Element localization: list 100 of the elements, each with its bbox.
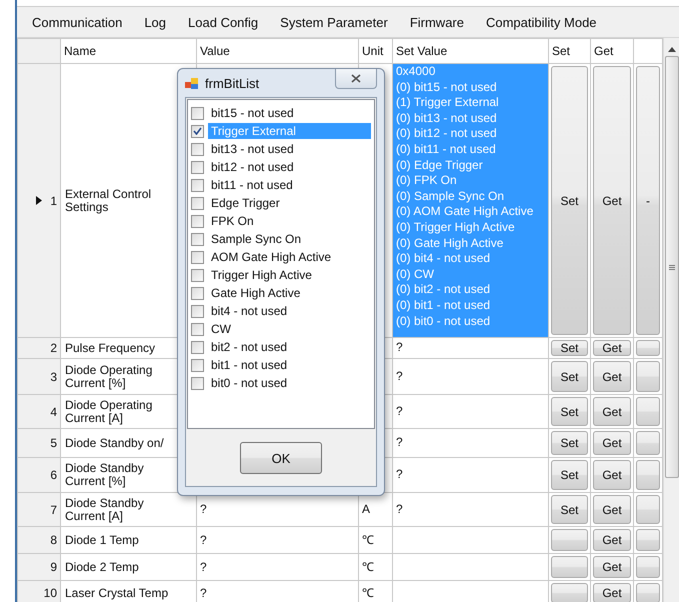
set-value-cell[interactable]: ?: [392, 358, 548, 394]
blank-button[interactable]: [551, 556, 588, 578]
blank-button[interactable]: [636, 495, 660, 524]
checkbox[interactable]: [191, 178, 204, 192]
checkbox[interactable]: [191, 304, 204, 318]
get-button[interactable]: Get: [593, 495, 631, 524]
blank-button[interactable]: [551, 583, 588, 602]
checkbox[interactable]: [191, 358, 204, 372]
list-item[interactable]: bit0 - not used: [208, 375, 371, 391]
scroll-thumb[interactable]: [664, 56, 678, 478]
list-item[interactable]: Gate High Active: [208, 285, 371, 301]
set-value-line: (0) bit12 - not used: [396, 126, 498, 142]
table-cell-text: Diode 2 Temp: [65, 560, 140, 574]
scroll-up-icon[interactable]: [668, 47, 676, 52]
list-item[interactable]: Edge Trigger: [208, 195, 371, 211]
checkbox[interactable]: [191, 214, 204, 228]
set-button[interactable]: Set: [551, 397, 588, 426]
checkbox[interactable]: [191, 196, 204, 210]
list-item[interactable]: bit11 - not used: [208, 177, 371, 193]
list-item[interactable]: bit2 - not used: [208, 339, 371, 355]
list-item[interactable]: bit12 - not used: [208, 159, 371, 175]
list-item[interactable]: CW: [208, 321, 371, 337]
get-button[interactable]: Get: [593, 397, 631, 426]
checkbox[interactable]: [191, 250, 204, 264]
table-cell-text: Pulse Frequency: [65, 342, 156, 354]
set-value-line: (0) bit4 - not used: [396, 251, 492, 267]
set-value-line: ?: [396, 340, 404, 356]
checkbox[interactable]: [191, 268, 204, 282]
set-value-line: (0) bit11 - not used: [396, 142, 497, 158]
checkbox[interactable]: [191, 376, 204, 390]
set-button[interactable]: Set: [551, 431, 588, 455]
list-item[interactable]: bit13 - not used: [208, 141, 371, 157]
set-value-cell[interactable]: ?: [392, 428, 548, 458]
list-item[interactable]: FPK On: [208, 213, 371, 229]
checkbox[interactable]: [191, 322, 204, 336]
blank-button[interactable]: [636, 431, 660, 455]
table-cell-text: Diode Operating Current [A]: [65, 398, 154, 424]
table-cell-text: Diode Standby Current [%]: [65, 462, 145, 488]
table-cell-text: ?: [200, 534, 208, 546]
get-button[interactable]: Get: [593, 431, 631, 455]
table-cell-text: ℃: [362, 560, 375, 574]
menu-item[interactable]: Compatibility Mode: [474, 14, 608, 30]
checkbox[interactable]: [191, 142, 204, 156]
set-value-cell[interactable]: ?: [392, 458, 548, 492]
checkbox[interactable]: [191, 286, 204, 300]
blank-button[interactable]: [636, 361, 660, 392]
blank-button[interactable]: [551, 529, 588, 551]
table-cell-text: External Control Settings: [65, 188, 152, 214]
menu-item[interactable]: Log: [133, 14, 178, 30]
menu-item[interactable]: Load Config: [177, 14, 270, 30]
set-value-line: ?: [396, 368, 404, 384]
get-button[interactable]: Get: [593, 556, 631, 578]
checkbox[interactable]: [191, 232, 204, 246]
set-value-line: (0) bit0 - not used: [396, 314, 492, 330]
set-value-cell[interactable]: [392, 526, 548, 554]
list-item[interactable]: Sample Sync On: [208, 231, 371, 247]
set-button[interactable]: Set: [551, 361, 588, 392]
get-button[interactable]: Get: [593, 460, 631, 490]
set-button[interactable]: Set: [551, 495, 588, 524]
get-button[interactable]: Get: [593, 340, 631, 356]
set-button[interactable]: Set: [551, 66, 588, 335]
dash-button[interactable]: -: [636, 66, 660, 335]
checkbox[interactable]: [191, 124, 204, 138]
checkbox[interactable]: [191, 160, 204, 174]
list-item[interactable]: bit1 - not used: [208, 357, 371, 373]
get-button[interactable]: Get: [593, 529, 631, 551]
set-value-line: (0) Gate High Active: [396, 236, 504, 252]
set-value-line: (0) CW: [396, 266, 435, 282]
list-item[interactable]: Trigger High Active: [208, 267, 371, 283]
blank-button[interactable]: [636, 583, 660, 602]
get-button[interactable]: Get: [593, 583, 631, 602]
get-button[interactable]: Get: [593, 66, 631, 335]
set-button[interactable]: Set: [551, 340, 588, 356]
menu-item[interactable]: System Parameter: [269, 14, 399, 30]
set-value-cell[interactable]: ?: [392, 492, 548, 526]
table-cell-text: ?: [200, 560, 208, 574]
list-item[interactable]: bit15 - not used: [208, 105, 371, 121]
set-value-cell[interactable]: ?: [392, 338, 548, 358]
close-button[interactable]: [335, 69, 377, 89]
menu-item[interactable]: Firmware: [398, 14, 475, 30]
list-item[interactable]: AOM Gate High Active: [208, 249, 371, 265]
blank-button[interactable]: [636, 340, 660, 356]
set-value-line: ?: [396, 404, 404, 420]
blank-button[interactable]: [636, 460, 660, 490]
checkbox[interactable]: [191, 106, 204, 120]
menu-item[interactable]: Communication: [21, 14, 134, 30]
blank-button[interactable]: [636, 397, 660, 426]
get-button[interactable]: Get: [593, 361, 631, 392]
table-cell-text: ℃: [362, 586, 375, 600]
blank-button[interactable]: [636, 556, 660, 578]
set-value-cell[interactable]: [392, 554, 548, 580]
ok-button[interactable]: OK: [240, 442, 322, 474]
set-value-cell[interactable]: [392, 64, 548, 338]
list-item[interactable]: bit4 - not used: [208, 303, 371, 319]
scrollbar[interactable]: [663, 38, 679, 602]
set-value-cell[interactable]: ?: [392, 394, 548, 428]
blank-button[interactable]: [636, 529, 660, 551]
set-button[interactable]: Set: [551, 460, 588, 490]
checkbox[interactable]: [191, 340, 204, 354]
set-value-line: ?: [396, 502, 404, 518]
